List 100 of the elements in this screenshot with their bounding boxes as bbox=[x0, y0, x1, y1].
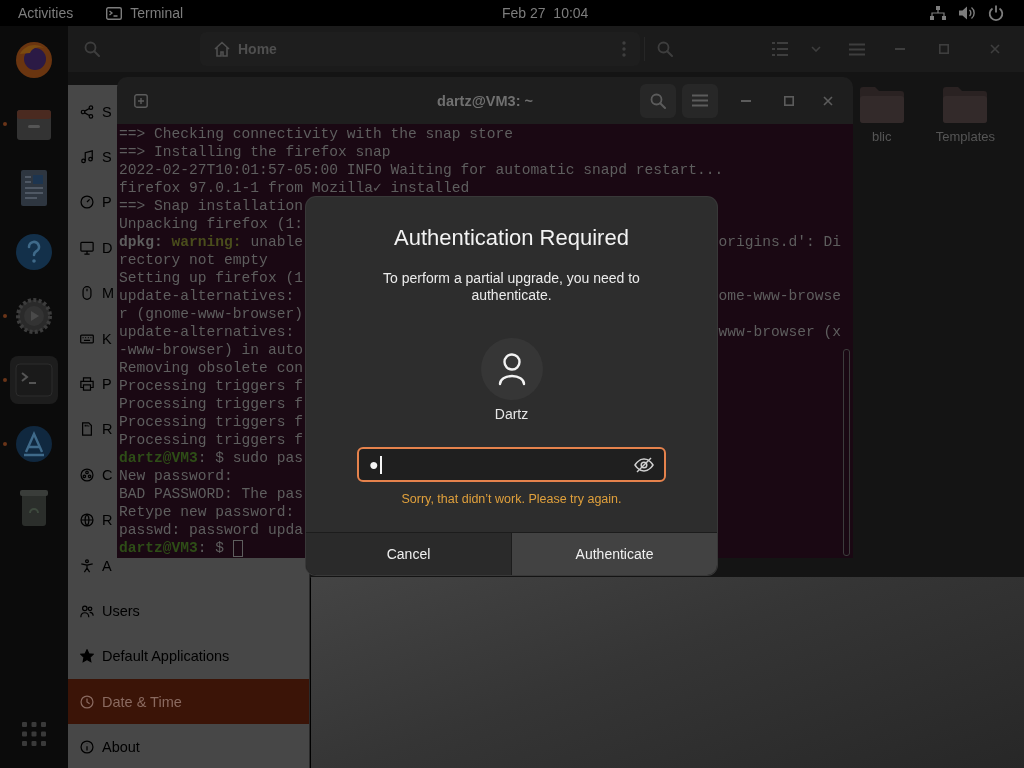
minimize-icon bbox=[741, 99, 751, 102]
activities-button[interactable]: Activities bbox=[10, 0, 82, 26]
scrollbar[interactable] bbox=[843, 349, 850, 556]
add-tab-icon bbox=[134, 93, 148, 108]
clock-icon bbox=[80, 694, 94, 709]
terminal-line: ==> Checking connectivity with the snap store bbox=[119, 125, 514, 143]
terminal-line: Unpacking firefox (1: bbox=[119, 215, 303, 233]
share-icon bbox=[80, 104, 94, 119]
user-name: Dartz bbox=[494, 405, 529, 423]
cancel-button[interactable]: Cancel bbox=[306, 533, 511, 575]
users-icon bbox=[80, 604, 94, 618]
terminal-line: Processing triggers f bbox=[119, 431, 303, 449]
terminal-line: -www-browser) in auto bbox=[119, 341, 303, 359]
sidebar-item[interactable]: A bbox=[68, 542, 114, 589]
menu-button[interactable] bbox=[682, 83, 718, 118]
music-note-icon bbox=[80, 150, 94, 165]
sidebar-item[interactable]: Date & Time bbox=[68, 679, 309, 725]
running-indicator-icon bbox=[3, 442, 7, 446]
running-indicator-icon bbox=[3, 122, 7, 126]
volume-icon bbox=[959, 6, 975, 20]
terminal-icon bbox=[10, 356, 58, 404]
terminal-line: rectory not empty bbox=[119, 251, 268, 269]
terminal-line: passwd: password upda bbox=[119, 521, 303, 539]
gauge-icon bbox=[80, 195, 94, 210]
menu-icon bbox=[849, 42, 865, 56]
vertical-dots-icon bbox=[622, 41, 626, 57]
caret-icon bbox=[811, 46, 821, 52]
search-icon bbox=[657, 41, 673, 57]
folder-icon bbox=[941, 84, 990, 124]
password-field[interactable]: ● bbox=[357, 447, 666, 482]
eye-slash-icon[interactable] bbox=[634, 456, 654, 473]
maximize-icon bbox=[939, 44, 949, 54]
sidebar-item[interactable]: About bbox=[68, 724, 142, 768]
folder-icon bbox=[857, 84, 906, 124]
terminal-line: r (gnome-www-browser) bbox=[119, 305, 303, 323]
sidebar-item[interactable]: Default Applications bbox=[68, 633, 232, 680]
terminal-line: Processing triggers f bbox=[119, 377, 303, 395]
star-icon bbox=[80, 649, 94, 664]
maximize-icon bbox=[784, 95, 794, 106]
monitor-icon bbox=[80, 240, 94, 255]
memory-card-icon bbox=[80, 422, 94, 437]
sidebar-item[interactable]: R bbox=[68, 406, 115, 453]
terminal-line: ==> Installing the firefox snap bbox=[119, 143, 391, 161]
terminal-line: Setting up firefox (1 bbox=[119, 269, 303, 287]
folder-item[interactable]: Templates bbox=[935, 84, 995, 144]
terminal-line: 2022-02-27T10:01:57-05:00 INFO Waiting for automatic snapd restart... bbox=[119, 161, 724, 179]
power-icon bbox=[988, 5, 1004, 21]
error-message: Sorry, that didn’t work. Please try again. bbox=[401, 491, 622, 507]
clock-button[interactable]: Feb 27 10:04 bbox=[490, 0, 601, 26]
terminal-line: ==> Snap installation bbox=[119, 197, 303, 215]
folder-item[interactable]: blic bbox=[857, 84, 906, 144]
terminal-line: ome-www-browse bbox=[718, 287, 841, 305]
sidebar-item[interactable]: P bbox=[68, 179, 114, 226]
dialog-message: To perform a partial upgrade, you need to authenticate. bbox=[382, 270, 641, 304]
text-cursor-icon bbox=[379, 455, 382, 474]
terminal-line: update-alternatives: bbox=[119, 287, 295, 305]
terminal-line: Processing triggers f bbox=[119, 395, 303, 413]
user-avatar-icon bbox=[480, 338, 543, 400]
globe-icon bbox=[80, 513, 94, 528]
authenticate-button[interactable]: Authenticate bbox=[512, 533, 717, 575]
sidebar-item[interactable]: C bbox=[68, 452, 115, 498]
keyboard-icon bbox=[80, 331, 94, 346]
dialog-title: Authentication Required bbox=[394, 224, 629, 252]
search-button[interactable] bbox=[640, 83, 676, 118]
terminal-line: BAD PASSWORD: The pas bbox=[119, 485, 303, 503]
mouse-icon bbox=[80, 286, 94, 301]
sidebar-item[interactable]: D bbox=[68, 225, 115, 271]
sidebar-item[interactable]: K bbox=[68, 315, 114, 362]
running-indicator-icon bbox=[3, 378, 7, 382]
menu-icon bbox=[692, 94, 708, 107]
sidebar-item[interactable]: R bbox=[68, 497, 115, 543]
sidebar-item[interactable]: P bbox=[68, 361, 114, 407]
running-indicator-icon bbox=[3, 314, 7, 318]
minimize-icon bbox=[895, 48, 905, 50]
network-icon bbox=[930, 6, 946, 20]
terminal-line: origins.d': Di bbox=[718, 233, 841, 251]
info-icon bbox=[80, 740, 94, 755]
search-icon bbox=[84, 41, 100, 57]
window-title: dartz@VM3: ~ bbox=[437, 92, 533, 109]
terminal-line: Processing triggers f bbox=[119, 413, 303, 431]
home-icon bbox=[214, 41, 230, 57]
terminal-line: Removing obsolete con bbox=[119, 359, 303, 377]
sidebar-item[interactable]: S bbox=[68, 134, 114, 180]
printer-icon bbox=[80, 377, 94, 392]
terminal-line: dartz@VM3: $ bbox=[119, 539, 226, 557]
close-icon bbox=[990, 44, 1000, 54]
list-view-icon bbox=[772, 42, 788, 56]
terminal-line: firefox 97.0.1-1 from Mozilla✓ installed bbox=[119, 179, 470, 197]
grid-icon bbox=[22, 722, 46, 746]
accessibility-icon bbox=[80, 558, 94, 573]
terminal-line: www-browser (x bbox=[718, 323, 841, 341]
sidebar-item[interactable]: M bbox=[68, 270, 117, 316]
search-icon bbox=[650, 92, 666, 109]
sidebar-item[interactable]: S bbox=[68, 89, 114, 135]
terminal-line: dpkg: warning: unable bbox=[119, 233, 303, 251]
terminal-line: dartz@VM3: $ sudo pas bbox=[119, 449, 303, 467]
close-icon bbox=[823, 95, 833, 106]
app-menu-button[interactable]: Terminal bbox=[100, 0, 190, 26]
sidebar-item[interactable]: Users bbox=[68, 588, 142, 634]
terminal-line: update-alternatives: bbox=[119, 323, 295, 341]
